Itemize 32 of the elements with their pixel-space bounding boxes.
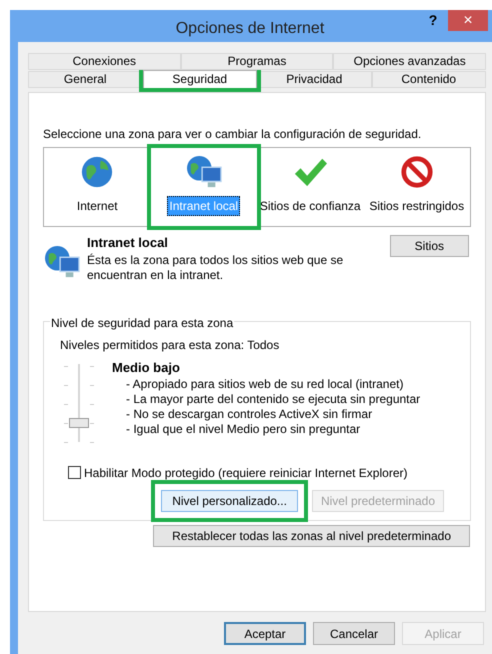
checkbox-label: Habilitar Modo protegido (requiere reiniciar Internet Explorer) — [84, 464, 408, 482]
zone-description: Ésta es la zona para todos los sitios web que se encuentran en la intranet. — [87, 252, 344, 282]
sites-button[interactable]: Sitios — [390, 235, 469, 257]
level-description-line: - La mayor parte del contenido se ejecuta sin preguntar — [126, 392, 420, 407]
tab[interactable]: Contenido — [372, 71, 486, 88]
zone-label[interactable]: Sitios restringidos — [367, 196, 466, 216]
close-button[interactable]: × — [448, 10, 488, 31]
allowed-levels-text: Niveles permitidos para esta zona: Todos — [60, 336, 280, 354]
dialog-button[interactable]: Aceptar — [224, 622, 306, 645]
level-name: Medio bajo — [112, 358, 181, 377]
dialog-button[interactable]: Cancelar — [313, 622, 395, 645]
level-button[interactable]: Nivel personalizado... — [161, 490, 298, 512]
globe-icon — [80, 155, 114, 189]
instruction-text: Seleccione una zona para ver o cambiar la configuración de seguridad. — [43, 126, 422, 143]
no-entry-icon — [400, 155, 434, 189]
globe-with-monitor-icon — [43, 245, 81, 279]
zone-label[interactable]: Internet — [74, 196, 120, 216]
window-title: Opciones de Internet — [174, 19, 326, 39]
tab[interactable]: Conexiones — [28, 53, 181, 70]
help-button[interactable]: ? — [418, 10, 448, 30]
slider-thumb[interactable] — [69, 418, 89, 428]
checkbox[interactable] — [68, 466, 81, 479]
level-description-line: - Igual que el nivel Medio pero sin preguntar — [126, 422, 362, 437]
zone-label[interactable]: Sitios de confianza — [258, 196, 363, 216]
level-description-line: - No se descargan controles ActiveX sin firmar — [126, 407, 374, 422]
globe-with-monitor-icon — [184, 155, 223, 189]
level-description-line: - Apropiado para sitios web de su red local (intranet) — [126, 377, 404, 392]
tab[interactable]: Opciones avanzadas — [333, 53, 486, 70]
tab[interactable]: Programas — [180, 53, 334, 70]
zone-title: Intranet local — [87, 234, 169, 252]
security-slider[interactable] — [62, 364, 96, 444]
reset-zones-button[interactable]: Restablecer todas las zonas al nivel predeterminado — [153, 524, 470, 546]
